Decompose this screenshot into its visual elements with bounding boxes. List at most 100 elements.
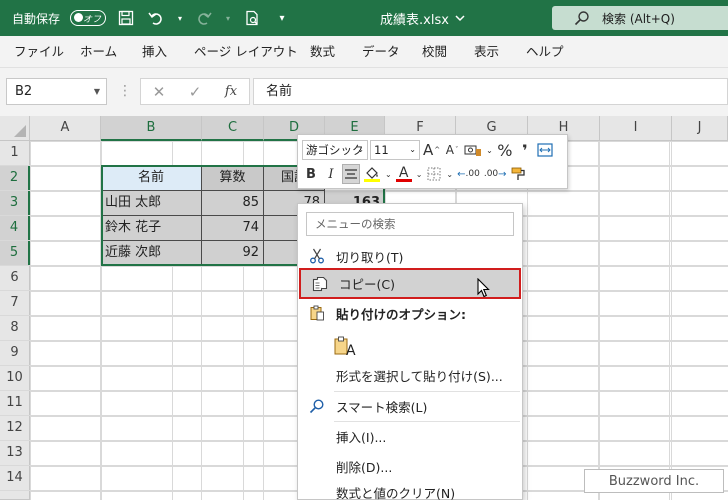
ribbon-tabs: ファイル ホーム 挿入 ページ レイアウト 数式 データ 校閲 表示 ヘルプ [0,36,728,68]
format-painter-icon[interactable] [510,164,528,184]
table-cell[interactable]: 鈴木 花子 [101,216,202,241]
row-header-14[interactable]: 14 [0,466,30,491]
menu-item-label: コピー(C) [339,277,395,292]
borders-dropdown-icon[interactable]: ⌄ [445,164,454,184]
row-header-13[interactable]: 13 [0,441,30,466]
column-header-i[interactable]: I [600,116,672,141]
row-header-6[interactable]: 6 [0,266,30,291]
table-cell[interactable]: 山田 太郎 [101,191,202,216]
table-cell[interactable]: 74 [202,216,264,241]
accounting-format-icon[interactable] [463,140,483,160]
enter-icon[interactable]: ✓ [177,83,213,101]
tab-help[interactable]: ヘルプ [526,36,564,68]
table-cell[interactable]: 近藤 次郎 [101,241,202,266]
column-header-b[interactable]: B [101,116,202,141]
font-name-select[interactable]: 游ゴシック ⌄ [302,140,368,160]
row-header-10[interactable]: 10 [0,366,30,391]
document-title[interactable]: 成績表.xlsx [380,0,465,36]
column-header-j[interactable]: J [672,116,728,141]
menu-item-clear-contents[interactable]: 数式と値のクリア(N) [298,478,522,500]
font-size-select[interactable]: 11 ⌄ [370,140,420,160]
font-name-value: 游ゴシック [306,143,364,157]
paste-option-button[interactable]: A [334,330,360,358]
row-header-4[interactable]: 4 [0,216,30,241]
grow-font-icon[interactable]: A ^ [422,140,441,160]
undo-icon[interactable] [146,8,166,28]
font-color-dropdown-icon[interactable]: ⌄ [415,164,424,184]
borders-icon[interactable] [425,164,443,184]
tab-insert[interactable]: 挿入 [142,36,167,68]
menu-search-input[interactable]: メニューの検索 [306,212,514,236]
comma-style-icon[interactable]: ❜ [516,140,534,160]
formula-bar-grip-icon[interactable]: ⋮ [118,82,132,100]
redo-icon [194,8,214,28]
autosave-toggle[interactable]: オフ [70,10,107,26]
bold-button[interactable]: B [302,164,320,184]
menu-item-label: 貼り付けのオプション: [336,306,466,322]
merge-center-icon[interactable] [536,140,554,160]
accounting-dropdown-icon[interactable]: ⌄ [485,140,494,160]
print-preview-icon[interactable] [242,8,262,28]
row-header-8[interactable]: 8 [0,316,30,341]
row-header-11[interactable]: 11 [0,391,30,416]
mouse-cursor-icon [477,278,490,298]
decrease-decimal-label: .00 [483,169,499,179]
fill-color-dropdown-icon[interactable]: ⌄ [384,164,393,184]
formula-input[interactable]: 名前 [253,78,728,105]
search-box[interactable]: 検索 (Alt+Q) [552,6,728,30]
table-cell[interactable]: 85 [202,191,264,216]
tab-review[interactable]: 校閲 [422,36,447,68]
mini-toolbar: 游ゴシック ⌄ 11 ⌄ A ^ Aˇ ⌄ % ❜ B I ⌄ A ⌄ ⌄ ← … [297,134,568,189]
quick-access-toolbar: 自動保存 オフ ▾ ▾ ▾ [12,0,292,36]
row-header-1[interactable]: 1 [0,141,30,166]
cancel-icon[interactable]: ✕ [141,83,177,101]
shrink-font-letter: A [445,143,454,157]
shrink-font-icon[interactable]: Aˇ [443,140,461,160]
tab-view[interactable]: 表示 [474,36,499,68]
name-box[interactable]: B2 ▼ [6,78,107,105]
table-cell[interactable]: 92 [202,241,264,266]
menu-item-smart-lookup[interactable]: スマート検索(L) [298,392,522,420]
font-color-icon[interactable]: A [395,164,413,184]
title-bar: 自動保存 オフ ▾ ▾ ▾ 成績表.xlsx 検索 (Alt+Q) [0,0,728,36]
scissors-icon [298,248,336,264]
row-header-2[interactable]: 2 [0,166,30,191]
table-header-cell[interactable]: 算数 [202,166,264,191]
row-header-12[interactable]: 12 [0,416,30,441]
tab-data[interactable]: データ [362,36,400,68]
row-header-3[interactable]: 3 [0,191,30,216]
row-header-7[interactable]: 7 [0,291,30,316]
decrease-decimal-icon[interactable]: .00 → [483,164,508,184]
italic-button[interactable]: I [322,164,340,184]
save-icon[interactable] [116,8,136,28]
select-all-corner[interactable] [0,116,30,141]
font-size-value: 11 [374,143,389,157]
menu-item-paste-special[interactable]: 形式を選択して貼り付け(S)... [298,361,522,389]
column-header-a[interactable]: A [30,116,101,141]
name-box-dropdown-icon[interactable]: ▼ [94,79,100,104]
table-header-cell[interactable]: 名前 [101,166,202,191]
tab-file[interactable]: ファイル [14,36,64,68]
insert-function-icon[interactable]: fx [213,84,249,99]
column-header-c[interactable]: C [202,116,264,141]
fill-color-icon[interactable] [362,164,382,184]
paste-option-letter: A [346,343,356,359]
percent-style-icon[interactable]: % [496,140,514,160]
menu-item-label: スマート検索(L) [336,399,428,415]
autosave-state: オフ [83,14,102,25]
tab-home[interactable]: ホーム [80,36,117,68]
menu-item-cut[interactable]: 切り取り(T) [298,242,522,270]
row-header-9[interactable]: 9 [0,341,30,366]
center-align-icon[interactable] [342,164,360,184]
customize-toolbar-icon[interactable]: ▾ [272,8,292,28]
menu-item-delete[interactable]: 削除(D)... [298,452,522,480]
increase-decimal-icon[interactable]: ← .00 [456,164,481,184]
context-menu: メニューの検索 切り取り(T) コピー(C) 貼り付けのオプション: A 形式を… [297,203,523,500]
menu-item-insert[interactable]: 挿入(I)... [298,422,522,450]
row-header-15[interactable] [0,491,30,500]
search-icon [574,11,589,26]
undo-dropdown-icon[interactable]: ▾ [176,8,184,28]
tab-page-layout[interactable]: ページ レイアウト [194,36,298,68]
row-header-5[interactable]: 5 [0,241,30,266]
tab-formulas[interactable]: 数式 [310,36,335,68]
